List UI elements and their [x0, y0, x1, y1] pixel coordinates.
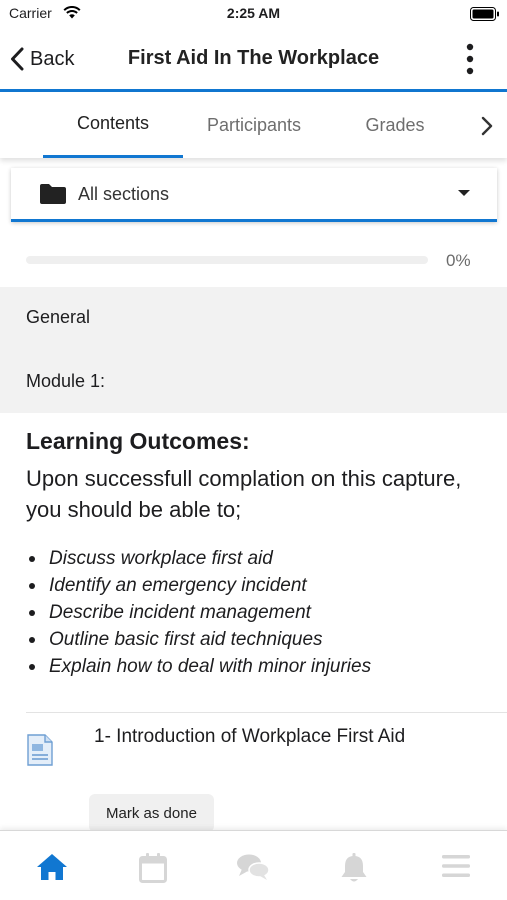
- caret-down-icon: [458, 190, 470, 196]
- document-icon: [27, 734, 53, 766]
- tab-participants[interactable]: Participants: [188, 92, 320, 158]
- outcome-text: Describe incident management: [49, 602, 311, 623]
- tab-contents[interactable]: Contents: [43, 92, 183, 158]
- course-progress-percent: 0%: [446, 251, 471, 270]
- chevron-left-icon: [11, 47, 24, 71]
- tabs-scroll-next-button[interactable]: [476, 113, 498, 139]
- back-label: Back: [30, 47, 75, 70]
- tab-bar-calendar[interactable]: [103, 831, 203, 900]
- menu-icon: [442, 855, 470, 877]
- mark-as-done-button[interactable]: Mark as done: [89, 794, 214, 832]
- more-vertical-icon: [466, 43, 474, 75]
- home-icon: [37, 854, 67, 880]
- learning-outcomes-intro: Upon successfull complation on this capt…: [26, 466, 462, 522]
- folder-icon: [40, 184, 66, 204]
- bullet-icon: [29, 664, 35, 670]
- list-item: Discuss workplace first aid: [26, 545, 496, 572]
- bottom-tab-bar: [0, 830, 507, 900]
- tab-grades[interactable]: Grades: [338, 92, 452, 158]
- course-tabs: Contents Participants Grades: [0, 92, 507, 158]
- activity-item[interactable]: 1- Introduction of Workplace First Aid: [26, 724, 496, 794]
- learning-outcomes-list: Discuss workplace first aid Identify an …: [26, 545, 496, 680]
- bullet-icon: [29, 637, 35, 643]
- list-item: Explain how to deal with minor injuries: [26, 653, 496, 680]
- outcome-text: Discuss workplace first aid: [49, 548, 273, 569]
- bell-icon: [341, 853, 367, 882]
- list-item: Outline basic first aid techniques: [26, 626, 496, 653]
- bullet-icon: [29, 556, 35, 562]
- section-selector[interactable]: All sections: [11, 168, 497, 222]
- navigation-bar: Back First Aid In The Workplace: [0, 28, 507, 92]
- page-title: First Aid In The Workplace: [127, 47, 380, 69]
- chevron-right-icon: [481, 116, 493, 136]
- section-selector-label: All sections: [78, 184, 170, 204]
- section-item-general[interactable]: General: [26, 307, 90, 328]
- messages-icon: [237, 854, 270, 880]
- divider: [26, 712, 507, 713]
- list-item: Identify an emergency incident: [26, 572, 496, 599]
- status-time: 2:25 AM: [226, 5, 281, 21]
- battery-icon: [470, 7, 499, 21]
- status-bar: Carrier 2:25 AM: [0, 0, 507, 28]
- calendar-icon: [139, 853, 167, 883]
- bullet-icon: [29, 610, 35, 616]
- section-item-module-1[interactable]: Module 1:: [26, 371, 105, 392]
- back-button[interactable]: Back: [10, 42, 74, 76]
- tab-bar-menu[interactable]: [406, 831, 506, 900]
- list-item: Describe incident management: [26, 599, 496, 626]
- tab-bar-notifications[interactable]: [304, 831, 404, 900]
- bullet-icon: [29, 583, 35, 589]
- learning-outcomes-heading: Learning Outcomes:: [26, 428, 250, 454]
- course-progress-bar: [26, 256, 428, 264]
- outcome-text: Identify an emergency incident: [49, 575, 307, 596]
- outcome-text: Outline basic first aid techniques: [49, 629, 323, 650]
- tab-bar-home[interactable]: [2, 831, 102, 900]
- activity-title: 1- Introduction of Workplace First Aid: [94, 726, 406, 747]
- outcome-text: Explain how to deal with minor injuries: [49, 656, 372, 677]
- section-list: General Module 1:: [0, 287, 507, 413]
- more-options-button[interactable]: [458, 40, 482, 78]
- tab-bar-messages[interactable]: [203, 831, 303, 900]
